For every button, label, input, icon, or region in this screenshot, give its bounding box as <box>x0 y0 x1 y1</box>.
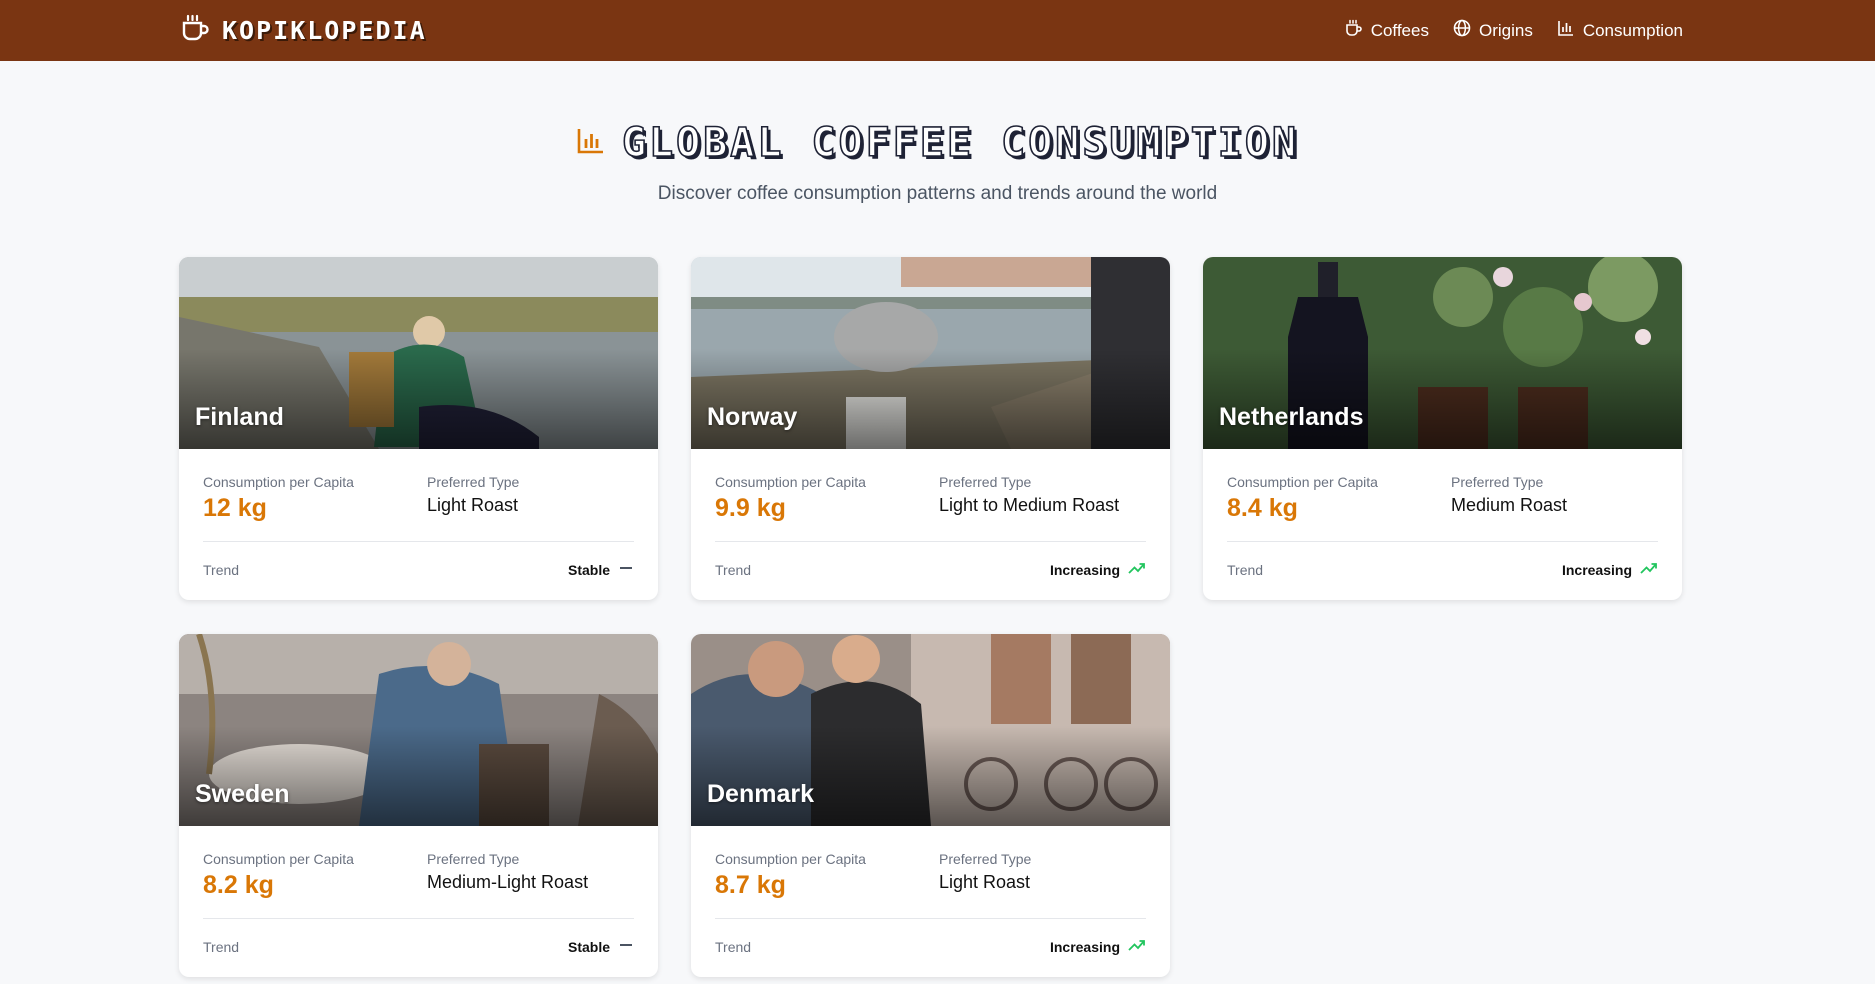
preferred-stat: Preferred Type Light Roast <box>427 474 519 516</box>
preferred-stat: Preferred Type Light Roast <box>939 851 1031 893</box>
trend-label: Trend <box>1227 561 1264 578</box>
nav-consumption[interactable]: Consumption <box>1557 19 1683 42</box>
trend-row: Trend Stable <box>203 937 634 956</box>
consumption-stat: Consumption per Capita 12 kg <box>203 474 354 523</box>
trend-row: Trend Increasing <box>715 937 1146 956</box>
page-subtitle: Discover coffee consumption patterns and… <box>657 183 1218 204</box>
trend-label: Trend <box>203 938 240 955</box>
country-name: Sweden <box>195 780 290 808</box>
country-card-denmark[interactable]: Denmark Consumption per Capita 8.7 kg Pr… <box>691 634 1170 977</box>
trend-text: Stable <box>567 561 610 578</box>
nav-origins-label: Origins <box>1478 20 1533 40</box>
country-photo: Sweden <box>179 634 658 826</box>
consumption-label: Consumption per Capita <box>715 851 866 867</box>
preferred-value: Light to Medium Roast <box>939 495 1120 515</box>
trend-row: Trend Increasing <box>1227 560 1658 579</box>
consumption-value: 8.4 kg <box>1227 494 1298 522</box>
consumption-stat: Consumption per Capita 8.4 kg <box>1227 474 1378 523</box>
country-card-finland[interactable]: Finland Consumption per Capita 12 kg Pre… <box>179 257 658 600</box>
nav-origins[interactable]: Origins <box>1453 19 1533 42</box>
country-photo: Norway <box>691 257 1170 449</box>
preferred-stat: Preferred Type Medium Roast <box>1451 474 1567 516</box>
preferred-stat: Preferred Type Light to Medium Roast <box>939 474 1119 516</box>
dash-icon <box>618 560 634 579</box>
preferred-value: Medium-Light Roast <box>427 872 589 892</box>
trend-value: Stable <box>568 560 634 579</box>
brand-name: KOPIKLOPEDIA <box>222 16 427 45</box>
brand-logo[interactable]: KOPIKLOPEDIA <box>180 0 427 61</box>
trend-label: Trend <box>203 561 240 578</box>
nav-coffees-label: Coffees <box>1370 20 1429 40</box>
divider <box>203 918 634 919</box>
preferred-value: Light Roast <box>939 872 1031 892</box>
trend-text: Increasing <box>1049 938 1120 955</box>
country-card-netherlands[interactable]: Netherlands Consumption per Capita 8.4 k… <box>1203 257 1682 600</box>
preferred-value: Medium Roast <box>1451 495 1568 515</box>
country-photo: Denmark <box>691 634 1170 826</box>
consumption-stat: Consumption per Capita 9.9 kg <box>715 474 866 523</box>
divider <box>1227 541 1658 542</box>
country-name: Netherlands <box>1219 403 1364 431</box>
consumption-label: Consumption per Capita <box>1227 474 1378 490</box>
consumption-label: Consumption per Capita <box>203 851 354 867</box>
divider <box>715 918 1146 919</box>
consumption-stat: Consumption per Capita 8.2 kg <box>203 851 354 900</box>
nav-coffees[interactable]: Coffees <box>1345 19 1429 42</box>
country-name: Denmark <box>707 780 814 808</box>
consumption-value: 8.7 kg <box>715 871 786 899</box>
trend-label: Trend <box>715 938 752 955</box>
divider <box>715 541 1146 542</box>
photo-gradient <box>691 726 1170 826</box>
country-photo: Finland <box>179 257 658 449</box>
trending-up-icon <box>1128 937 1146 956</box>
consumption-label: Consumption per Capita <box>203 474 354 490</box>
preferred-label: Preferred Type <box>427 851 520 867</box>
photo-gradient <box>179 726 658 826</box>
top-navbar: KOPIKLOPEDIA Coffees Origins Consumption <box>0 0 1875 61</box>
trend-text: Increasing <box>1049 561 1120 578</box>
trend-value: Increasing <box>1050 560 1146 579</box>
coffee-cup-icon <box>1345 19 1363 42</box>
photo-gradient <box>179 349 658 449</box>
preferred-stat: Preferred Type Medium-Light Roast <box>427 851 588 893</box>
photo-gradient <box>1203 349 1682 449</box>
trend-text: Increasing <box>1561 561 1632 578</box>
preferred-label: Preferred Type <box>939 851 1032 867</box>
country-name: Norway <box>707 403 798 431</box>
preferred-value: Light Roast <box>427 495 519 515</box>
nav-consumption-label: Consumption <box>1582 20 1683 40</box>
coffee-cup-icon <box>180 14 210 47</box>
photo-gradient <box>691 349 1170 449</box>
page-title: GLOBAL COFFEE CONSUMPTION <box>621 119 1300 167</box>
consumption-value: 8.2 kg <box>203 871 274 899</box>
page-title-row: GLOBAL COFFEE CONSUMPTION <box>0 119 1875 167</box>
consumption-value: 12 kg <box>203 494 267 522</box>
bar-chart-icon <box>576 126 606 161</box>
trend-value: Increasing <box>1050 937 1146 956</box>
trend-value: Increasing <box>1562 560 1658 579</box>
divider <box>203 541 634 542</box>
preferred-label: Preferred Type <box>427 474 520 490</box>
main-nav: Coffees Origins Consumption <box>1345 0 1683 61</box>
trend-value: Stable <box>568 937 634 956</box>
trend-text: Stable <box>567 938 610 955</box>
country-card-sweden[interactable]: Sweden Consumption per Capita 8.2 kg Pre… <box>179 634 658 977</box>
bar-chart-icon <box>1557 19 1575 42</box>
trending-up-icon <box>1128 560 1146 579</box>
country-card-norway[interactable]: Norway Consumption per Capita 9.9 kg Pre… <box>691 257 1170 600</box>
trend-row: Trend Increasing <box>715 560 1146 579</box>
consumption-label: Consumption per Capita <box>715 474 866 490</box>
trend-row: Trend Stable <box>203 560 634 579</box>
consumption-stat: Consumption per Capita 8.7 kg <box>715 851 866 900</box>
trending-up-icon <box>1640 560 1658 579</box>
country-photo: Netherlands <box>1203 257 1682 449</box>
dash-icon <box>618 937 634 956</box>
consumption-value: 9.9 kg <box>715 494 786 522</box>
globe-icon <box>1453 19 1471 42</box>
country-name: Finland <box>195 403 284 431</box>
trend-label: Trend <box>715 561 752 578</box>
preferred-label: Preferred Type <box>1451 474 1544 490</box>
preferred-label: Preferred Type <box>939 474 1032 490</box>
